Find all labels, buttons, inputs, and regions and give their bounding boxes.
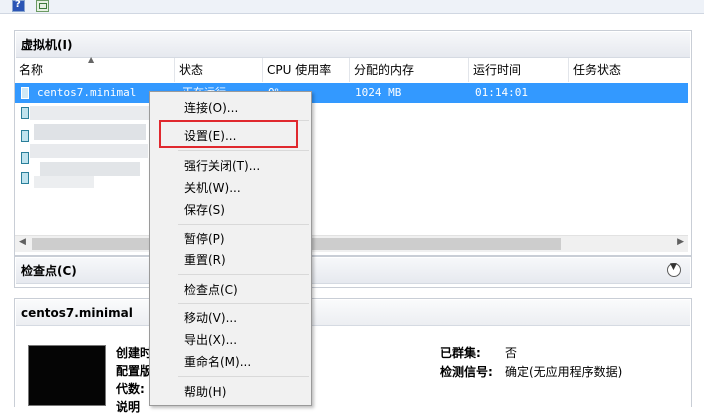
obscured-row [30, 144, 148, 158]
menu-item-help[interactable]: 帮助(H) [184, 382, 226, 402]
menu-item-checkpoint[interactable]: 检查点(C) [184, 280, 238, 300]
vm-icon [21, 130, 29, 142]
menu-item-turn-off[interactable]: 强行关闭(T)... [184, 156, 260, 176]
obscured-row [34, 124, 146, 140]
menu-separator [178, 274, 309, 275]
scroll-right-icon[interactable]: ▶ [677, 237, 684, 247]
checkpoint-panel-title: 检查点(C) [16, 258, 690, 284]
detail-label: 配置版 [116, 364, 153, 378]
detail-label: 代数: [116, 382, 145, 396]
help-icon[interactable]: ? [12, 0, 25, 12]
column-header-task-status[interactable]: 任务状态 [569, 58, 688, 82]
menu-item-save[interactable]: 保存(S) [184, 200, 225, 220]
heartbeat-label: 检测信号: [440, 365, 493, 379]
menu-item-reset[interactable]: 重置(R) [184, 250, 226, 270]
vm-icon [21, 172, 29, 184]
obscured-row [34, 176, 94, 188]
menu-item-connect[interactable]: 连接(O)... [184, 98, 238, 118]
detail-label: 创建时 [116, 346, 153, 360]
menu-separator [178, 150, 309, 151]
vm-uptime-cell: 01:14:01 [475, 86, 528, 99]
highlight-box [159, 120, 298, 148]
menu-separator [178, 303, 309, 304]
checkpoint-panel: 检查点(C) [14, 256, 692, 288]
menu-item-export[interactable]: 导出(X)... [184, 330, 237, 350]
vm-memory-cell: 1024 MB [355, 86, 402, 99]
column-header-cpu[interactable]: CPU 使用率 [263, 58, 350, 82]
clustered-value: 否 [505, 346, 518, 360]
obscured-row [30, 106, 150, 120]
toolbar: ? [0, 0, 704, 14]
column-header-name[interactable]: 名称 [15, 58, 175, 82]
menu-separator [178, 224, 309, 225]
sort-ascending-icon: ▲ [88, 55, 95, 64]
menu-item-pause[interactable]: 暂停(P) [184, 229, 225, 249]
column-header-memory[interactable]: 分配的内存 [350, 58, 469, 82]
expand-collapse-icon[interactable]: ▼ [667, 262, 681, 277]
vm-panel-title: 虚拟机(I) [16, 32, 690, 58]
vm-thumbnail[interactable] [28, 345, 106, 406]
show-hide-panel-icon[interactable] [36, 0, 49, 12]
column-header-state[interactable]: 状态 [175, 58, 263, 82]
vm-icon [21, 107, 29, 119]
vm-name-cell: centos7.minimal [37, 86, 137, 99]
menu-item-shutdown[interactable]: 关机(W)... [184, 178, 241, 198]
horizontal-scrollbar[interactable]: ◀ ▶ [15, 235, 688, 252]
column-header-uptime[interactable]: 运行时间 [469, 58, 569, 82]
vm-icon [21, 87, 29, 99]
heartbeat-value: 确定(无应用程序数据) [505, 365, 623, 379]
obscured-row [40, 162, 140, 176]
menu-item-move[interactable]: 移动(V)... [184, 308, 237, 328]
scroll-left-icon[interactable]: ◀ [19, 237, 26, 247]
details-panel-title: centos7.minimal [16, 300, 690, 326]
detail-label: 说明 [116, 400, 141, 414]
clustered-label: 已群集: [440, 346, 481, 360]
vm-icon [21, 152, 29, 164]
menu-item-rename[interactable]: 重命名(M)... [184, 352, 251, 372]
menu-separator [178, 376, 309, 377]
